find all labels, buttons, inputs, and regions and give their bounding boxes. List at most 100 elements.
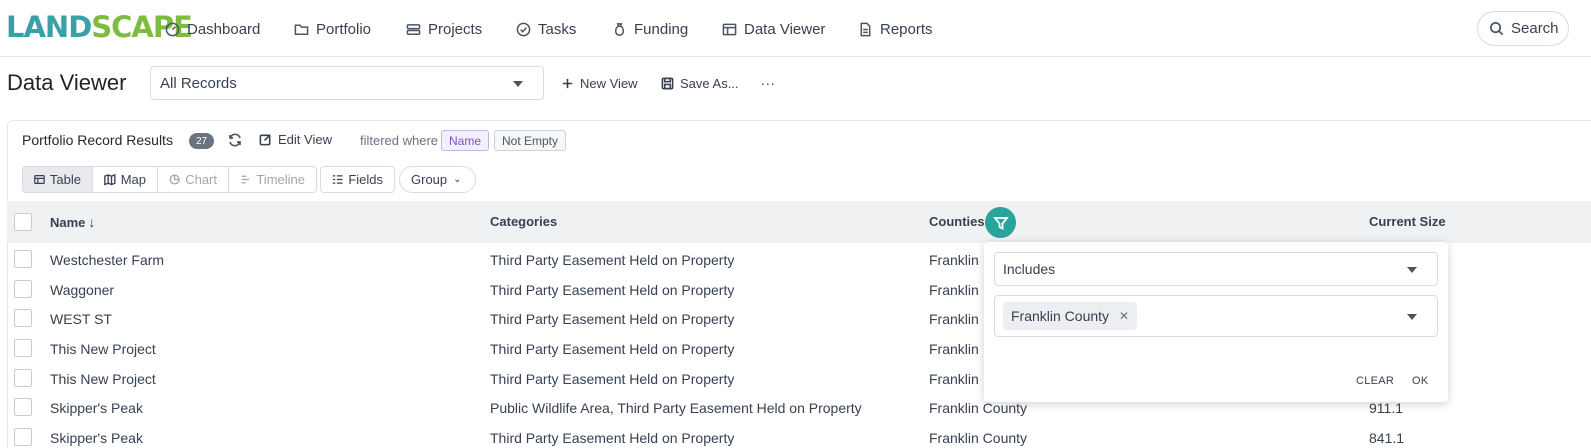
fields-button[interactable]: Fields xyxy=(320,166,395,193)
tab-table-label: Table xyxy=(49,172,81,187)
cell-counties: Franklin County xyxy=(929,400,1028,416)
new-view-button[interactable]: New View xyxy=(561,73,638,93)
row-checkbox[interactable] xyxy=(14,339,32,357)
nav-item-label: Reports xyxy=(880,20,933,38)
nav-item-dashboard[interactable]: Dashboard xyxy=(164,18,260,40)
table-row[interactable]: Skipper's Peak Third Party Easement Held … xyxy=(7,423,1591,448)
filter-condition-chip[interactable]: Not Empty xyxy=(494,130,567,151)
column-name-label: Name xyxy=(50,215,86,230)
edit-view-button[interactable]: Edit View xyxy=(259,132,332,147)
nav-item-portfolio[interactable]: Portfolio xyxy=(293,18,371,40)
tab-timeline[interactable]: Timeline xyxy=(228,166,317,193)
cell-counties: Franklin County xyxy=(929,430,1028,446)
cell-counties: Franklin xyxy=(929,252,979,268)
column-filter-button[interactable] xyxy=(985,207,1016,238)
column-header-counties[interactable]: Counties xyxy=(929,214,985,229)
group-label: Group xyxy=(411,172,448,187)
projects-icon xyxy=(405,21,421,37)
folder-icon xyxy=(293,21,309,37)
filter-field-chip[interactable]: Name xyxy=(441,130,490,151)
filter-values-select[interactable]: Franklin County ✕ xyxy=(994,295,1438,337)
search-icon xyxy=(1490,22,1504,36)
nav-item-funding[interactable]: Funding xyxy=(611,18,688,40)
nav-item-reports[interactable]: Reports xyxy=(857,18,933,40)
edit-icon xyxy=(259,134,271,146)
save-as-button[interactable]: Save As... xyxy=(661,73,739,93)
caret-down-icon xyxy=(1407,267,1417,273)
nav-item-label: Funding xyxy=(634,20,689,38)
cell-counties: Franklin xyxy=(929,341,979,357)
cell-name: This New Project xyxy=(50,371,156,387)
row-checkbox[interactable] xyxy=(14,369,32,387)
caret-down-icon xyxy=(513,81,523,87)
map-icon xyxy=(104,173,116,186)
group-dropdown[interactable]: Group ⌄ xyxy=(399,166,476,193)
nav-item-label: Portfolio xyxy=(316,20,372,38)
filter-operator-value: Includes xyxy=(1003,261,1056,277)
filter-icon xyxy=(992,216,1009,230)
more-options-button[interactable]: ... xyxy=(761,72,776,88)
selected-value-tag: Franklin County ✕ xyxy=(1003,302,1138,330)
search-button[interactable]: Search xyxy=(1477,11,1569,46)
column-header-categories[interactable]: Categories xyxy=(490,214,557,229)
pie-chart-icon xyxy=(169,174,180,185)
search-label: Search xyxy=(1511,20,1559,37)
check-circle-icon xyxy=(515,21,531,37)
row-checkbox[interactable] xyxy=(14,398,32,416)
row-checkbox[interactable] xyxy=(14,250,32,268)
tab-chart-label: Chart xyxy=(185,172,217,187)
cell-name: Westchester Farm xyxy=(50,252,165,268)
cell-categories: Third Party Easement Held on Property xyxy=(490,311,735,327)
clear-button[interactable]: CLEAR xyxy=(1356,375,1394,387)
nav-item-label: Dashboard xyxy=(187,20,261,38)
refresh-button[interactable] xyxy=(228,133,243,148)
chevron-down-icon: ⌄ xyxy=(453,174,462,185)
row-checkbox[interactable] xyxy=(14,309,32,327)
tag-label: Franklin County xyxy=(1011,308,1110,324)
table-icon xyxy=(34,174,45,185)
filter-popover: Includes Franklin County ✕ CLEAR OK xyxy=(984,242,1448,402)
timeline-icon xyxy=(241,175,249,184)
refresh-icon xyxy=(229,133,241,147)
filter-operator-select[interactable]: Includes xyxy=(994,252,1438,286)
edit-view-label: Edit View xyxy=(278,132,332,147)
select-all-checkbox[interactable] xyxy=(14,213,32,231)
table-icon xyxy=(721,21,737,37)
cell-categories: Third Party Easement Held on Property xyxy=(490,341,735,357)
nav-item-tasks[interactable]: Tasks xyxy=(515,18,576,40)
document-icon xyxy=(857,21,873,37)
save-icon xyxy=(661,77,674,89)
results-title: Portfolio Record Results xyxy=(22,132,173,148)
cell-current-size: 841.1 xyxy=(1369,430,1405,446)
tab-timeline-label: Timeline xyxy=(256,172,305,187)
nav-item-label: Projects xyxy=(428,20,483,38)
remove-tag-icon[interactable]: ✕ xyxy=(1119,309,1129,323)
cell-categories: Public Wildlife Area, Third Party Easeme… xyxy=(490,400,862,416)
tab-map[interactable]: Map xyxy=(92,166,158,193)
nav-item-label: Tasks xyxy=(538,20,577,38)
caret-down-icon xyxy=(1407,314,1417,320)
filter-summary-text: filtered where xyxy=(360,133,439,148)
row-checkbox[interactable] xyxy=(14,280,32,298)
page-title: Data Viewer xyxy=(7,70,127,95)
cell-counties: Franklin xyxy=(929,282,979,298)
column-header-current-size[interactable]: Current Size xyxy=(1369,214,1446,229)
tab-table[interactable]: Table xyxy=(22,166,93,193)
fields-label: Fields xyxy=(348,172,383,187)
gauge-icon xyxy=(164,21,180,37)
top-navigation: LANDSCAPE Dashboard Portfolio Projects T… xyxy=(0,0,1591,57)
money-bag-icon xyxy=(611,21,627,37)
tab-chart[interactable]: Chart xyxy=(157,166,229,193)
cell-name: Skipper's Peak xyxy=(50,430,143,446)
ok-button[interactable]: OK xyxy=(1412,375,1429,387)
view-select[interactable]: All Records xyxy=(150,66,544,100)
cell-name: WEST ST xyxy=(50,311,112,327)
nav-item-data-viewer[interactable]: Data Viewer xyxy=(721,18,825,40)
column-header-name[interactable]: Name ↓ xyxy=(50,214,95,230)
cell-categories: Third Party Easement Held on Property xyxy=(490,282,735,298)
nav-item-label: Data Viewer xyxy=(744,20,826,38)
row-checkbox[interactable] xyxy=(14,428,32,446)
cell-name: This New Project xyxy=(50,341,156,357)
nav-item-projects[interactable]: Projects xyxy=(405,18,482,40)
record-count-badge: 27 xyxy=(189,133,214,149)
